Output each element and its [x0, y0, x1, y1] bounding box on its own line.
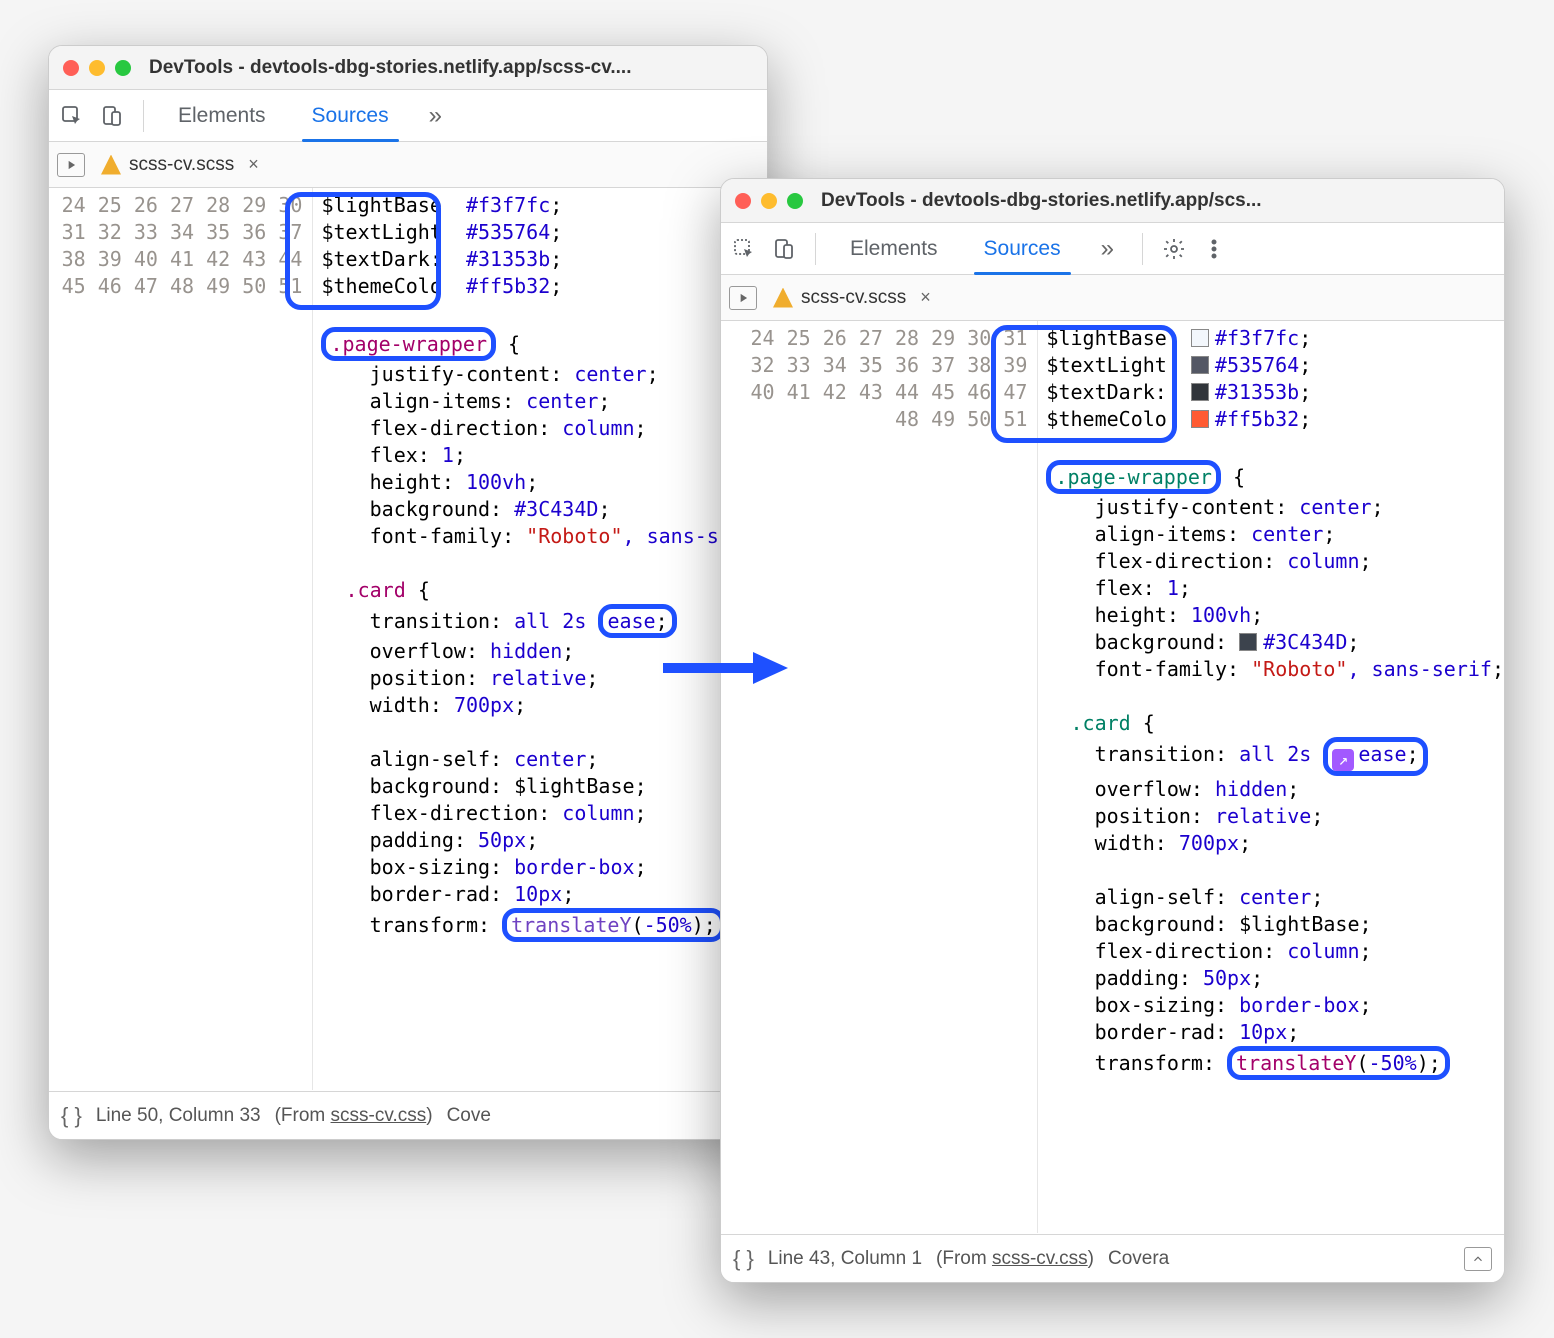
more-tabs-icon[interactable]: » — [417, 102, 454, 130]
traffic-lights — [63, 60, 131, 76]
code-editor[interactable]: 24 25 26 27 28 29 30 31 32 33 34 35 36 3… — [721, 321, 1504, 1233]
devtools-window-right: DevTools - devtools-dbg-stories.netlify.… — [720, 178, 1505, 1283]
minimize-icon[interactable] — [761, 193, 777, 209]
close-tab-icon[interactable]: × — [914, 287, 937, 308]
device-toolbar-icon[interactable] — [769, 234, 799, 264]
file-name: scss-cv.scss — [129, 154, 234, 176]
format-icon[interactable]: { } — [733, 1246, 754, 1272]
file-tabbar: scss-cv.scss × — [721, 275, 1504, 321]
tab-sources[interactable]: Sources — [294, 90, 407, 142]
minimize-icon[interactable] — [89, 60, 105, 76]
kebab-menu-icon[interactable] — [1199, 234, 1229, 264]
inspect-icon[interactable] — [729, 234, 759, 264]
more-tabs-icon[interactable]: » — [1089, 235, 1126, 263]
titlebar: DevTools - devtools-dbg-stories.netlify.… — [721, 179, 1504, 223]
statusbar: { } Line 43, Column 1 (From scss-cv.css)… — [721, 1234, 1504, 1282]
format-icon[interactable]: { } — [61, 1103, 82, 1129]
warning-icon — [101, 155, 121, 175]
window-title: DevTools - devtools-dbg-stories.netlify.… — [149, 57, 632, 79]
devtools-window-left: DevTools - devtools-dbg-stories.netlify.… — [48, 45, 768, 1140]
drawer-toggle-icon[interactable] — [1464, 1247, 1492, 1271]
titlebar: DevTools - devtools-dbg-stories.netlify.… — [49, 46, 767, 90]
separator — [815, 233, 816, 265]
code-lines[interactable]: $lightBase #f3f7fc; $textLight #535764; … — [313, 188, 767, 1090]
code-editor[interactable]: 24 25 26 27 28 29 30 31 32 33 34 35 36 3… — [49, 188, 767, 1090]
file-tab[interactable]: scss-cv.scss × — [765, 287, 945, 309]
traffic-lights — [735, 193, 803, 209]
tab-sources[interactable]: Sources — [966, 223, 1079, 275]
panel-tabs: Elements Sources » — [721, 223, 1504, 275]
file-tab[interactable]: scss-cv.scss × — [93, 154, 273, 176]
warning-icon — [773, 288, 793, 308]
tab-elements[interactable]: Elements — [832, 223, 956, 275]
arrow-annotation — [658, 648, 788, 688]
close-icon[interactable] — [735, 193, 751, 209]
cursor-position: Line 43, Column 1 — [768, 1248, 922, 1270]
source-link[interactable]: scss-cv.css — [992, 1248, 1088, 1269]
close-tab-icon[interactable]: × — [242, 154, 265, 175]
close-icon[interactable] — [63, 60, 79, 76]
navigator-toggle-icon[interactable] — [57, 153, 85, 177]
separator — [143, 100, 144, 132]
settings-icon[interactable] — [1159, 234, 1189, 264]
coverage-clip: Covera — [1108, 1248, 1169, 1270]
statusbar: { } Line 50, Column 33 (From scss-cv.css… — [49, 1091, 767, 1139]
line-gutter: 24 25 26 27 28 29 30 31 32 33 34 35 36 3… — [721, 321, 1038, 1233]
coverage-clip: Cove — [447, 1105, 491, 1127]
from-source: (From scss-cv.css) — [936, 1248, 1094, 1270]
file-name: scss-cv.scss — [801, 287, 906, 309]
separator — [1142, 233, 1143, 265]
code-lines[interactable]: $lightBase #f3f7fc; $textLight #535764; … — [1038, 321, 1504, 1233]
zoom-icon[interactable] — [115, 60, 131, 76]
from-source: (From scss-cv.css) — [275, 1105, 433, 1127]
tab-elements[interactable]: Elements — [160, 90, 284, 142]
panel-tabs: Elements Sources » — [49, 90, 767, 142]
window-title: DevTools - devtools-dbg-stories.netlify.… — [821, 190, 1262, 212]
source-link[interactable]: scss-cv.css — [331, 1105, 427, 1126]
line-gutter: 24 25 26 27 28 29 30 31 32 33 34 35 36 3… — [49, 188, 313, 1090]
device-toolbar-icon[interactable] — [97, 101, 127, 131]
navigator-toggle-icon[interactable] — [729, 286, 757, 310]
file-tabbar: scss-cv.scss × — [49, 142, 767, 188]
inspect-icon[interactable] — [57, 101, 87, 131]
cursor-position: Line 50, Column 33 — [96, 1105, 261, 1127]
zoom-icon[interactable] — [787, 193, 803, 209]
